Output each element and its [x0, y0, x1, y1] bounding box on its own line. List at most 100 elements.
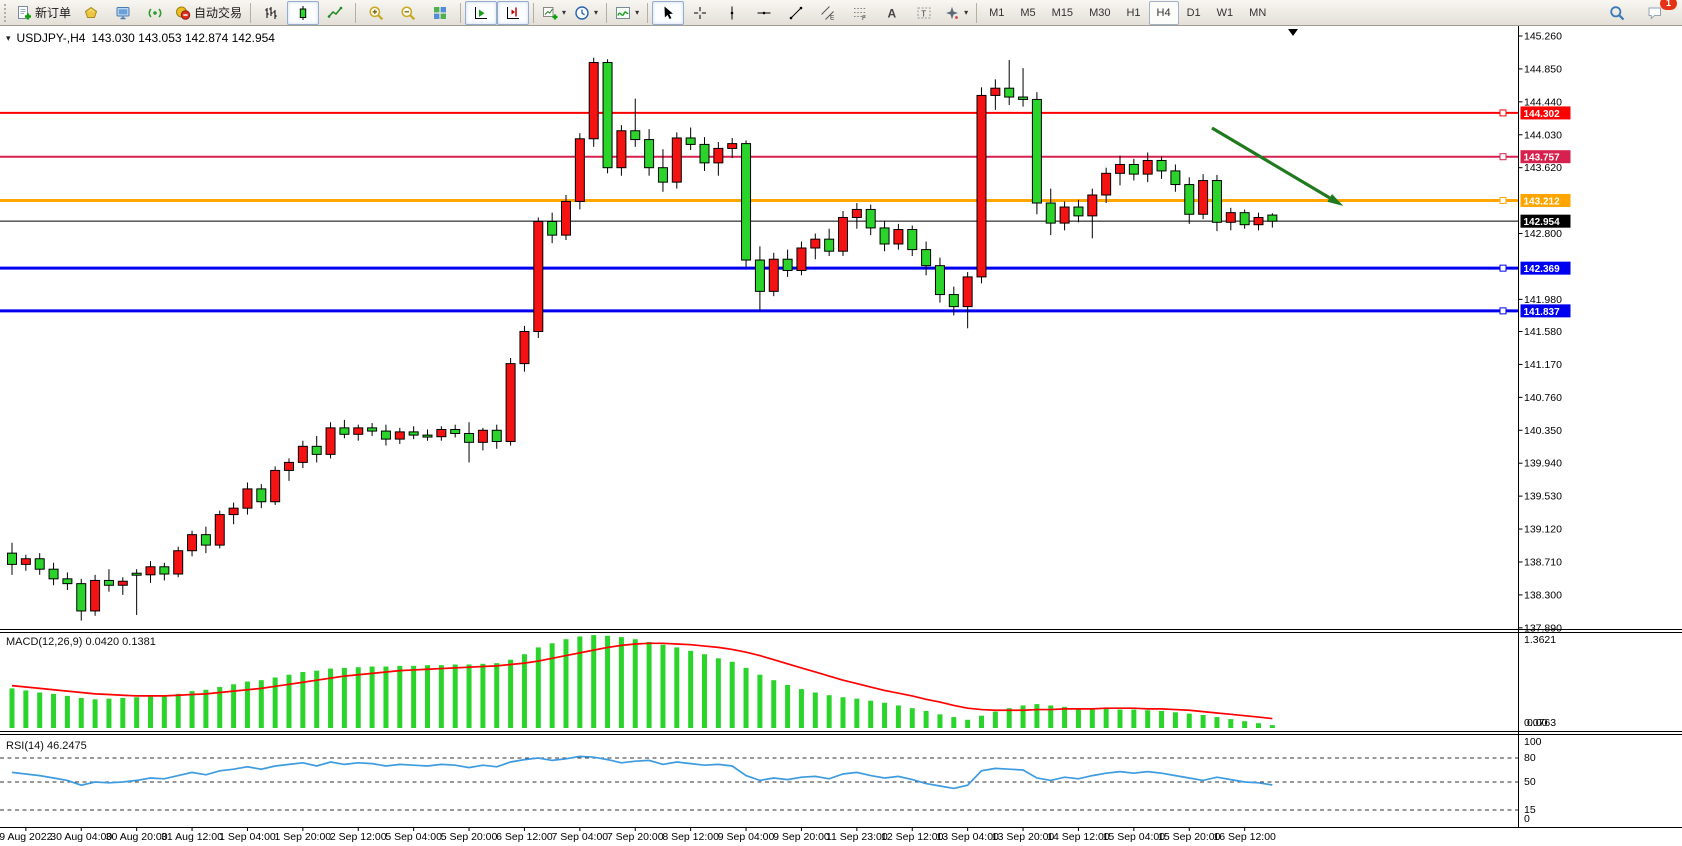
level-line-handle[interactable] — [1500, 308, 1506, 314]
candle-body — [686, 138, 695, 144]
macd-histogram-bar — [564, 639, 569, 728]
price-axis-tick-label: 141.170 — [1524, 359, 1562, 371]
macd-histogram-bar — [1021, 705, 1026, 728]
rsi-axis-label: 0 — [1524, 813, 1530, 825]
macd-histogram-bar — [120, 698, 125, 728]
chart-shift-button[interactable] — [497, 1, 529, 25]
horizontal-line-button[interactable] — [748, 1, 780, 25]
price-axis-tick-label: 141.980 — [1524, 294, 1562, 306]
vertical-line-button[interactable] — [716, 1, 748, 25]
new-order-button[interactable]: 新订单 — [12, 1, 75, 25]
profiles-button[interactable]: ▾ — [570, 1, 602, 25]
line-chart-button[interactable] — [319, 1, 351, 25]
candle-body — [1143, 160, 1152, 174]
new-chart-button[interactable]: ▾ — [538, 1, 570, 25]
crosshair-button[interactable] — [684, 1, 716, 25]
macd-histogram-bar — [106, 699, 111, 728]
candle-body — [575, 139, 584, 202]
trend-arrow-annotation[interactable] — [1212, 128, 1330, 198]
timeframe-h1-button[interactable]: H1 — [1118, 1, 1148, 25]
macd-histogram-bar — [383, 667, 388, 728]
macd-histogram-bar — [744, 668, 749, 728]
toolbar-separator — [647, 3, 648, 23]
signals-button[interactable] — [139, 1, 171, 25]
candle-body — [492, 430, 501, 441]
level-line-handle[interactable] — [1500, 154, 1506, 160]
price-chart-canvas[interactable]: 145.260144.850144.440144.030143.620142.8… — [0, 26, 1682, 846]
timeframe-m30-button[interactable]: M30 — [1081, 1, 1118, 25]
macd-values: 0.0420 0.1381 — [85, 636, 155, 648]
chart-shift-marker-icon[interactable] — [1288, 29, 1298, 36]
macd-histogram-bar — [453, 664, 458, 728]
macd-histogram-bar — [37, 692, 42, 728]
indicators-button[interactable]: ▾ — [611, 1, 643, 25]
notifications-button[interactable]: 1 — [1639, 1, 1671, 25]
timeframe-m1-button[interactable]: M1 — [981, 1, 1012, 25]
chevron-down-icon: ▾ — [964, 8, 968, 17]
macd-histogram-bar — [910, 708, 915, 728]
zoom-in-button[interactable] — [360, 1, 392, 25]
candle-body — [104, 580, 113, 585]
timeframe-mn-button[interactable]: MN — [1241, 1, 1274, 25]
text-label-button[interactable]: T — [908, 1, 940, 25]
macd-histogram-bar — [757, 675, 762, 728]
rsi-value: 46.2475 — [47, 740, 87, 752]
candle-body — [8, 553, 17, 564]
zoom-out-button[interactable] — [392, 1, 424, 25]
macd-histogram-bar — [799, 689, 804, 728]
horizontal-line-icon — [756, 5, 772, 21]
candle-body — [201, 535, 210, 545]
candle-body — [714, 148, 723, 162]
cursor-button[interactable] — [652, 1, 684, 25]
timeframe-m5-button[interactable]: M5 — [1012, 1, 1043, 25]
timeframe-d1-button[interactable]: D1 — [1179, 1, 1209, 25]
shapes-icon — [944, 5, 960, 21]
chart-title: ▾ USDJPY-,H4 143.030 143.053 142.874 142… — [6, 31, 275, 45]
shapes-button[interactable]: ▾ — [940, 1, 972, 25]
time-axis-label: 13 Sep 20:00 — [992, 831, 1055, 843]
svg-text:A: A — [888, 6, 897, 20]
search-button[interactable] — [1601, 1, 1633, 25]
chart-shift-icon — [505, 5, 521, 21]
timeframe-m15-button[interactable]: M15 — [1044, 1, 1081, 25]
trendline-button[interactable] — [780, 1, 812, 25]
chart-window[interactable]: 145.260144.850144.440144.030143.620142.8… — [0, 26, 1682, 846]
macd-histogram-bar — [937, 714, 942, 728]
bar-chart-button[interactable] — [255, 1, 287, 25]
candle-body — [1171, 171, 1180, 185]
level-line-handle[interactable] — [1500, 197, 1506, 203]
macd-histogram-bar — [162, 695, 167, 728]
candlestick-chart-button[interactable] — [287, 1, 319, 25]
terminal-button[interactable] — [107, 1, 139, 25]
level-line-handle[interactable] — [1500, 110, 1506, 116]
level-line-handle[interactable] — [1500, 265, 1506, 271]
candle-body — [977, 95, 986, 276]
one-click-trading-toggle-icon[interactable]: ▾ — [6, 33, 11, 44]
candle-body — [908, 230, 917, 250]
macd-histogram-bar — [522, 654, 527, 728]
candle-body — [243, 489, 252, 508]
candle-body — [395, 432, 404, 439]
auto-scroll-button[interactable] — [465, 1, 497, 25]
time-axis-label: 12 Sep 12:00 — [881, 831, 944, 843]
candle-body — [797, 248, 806, 270]
time-axis-label: 9 Aug 2022 — [0, 831, 53, 843]
cursor-icon — [660, 5, 676, 21]
fibonacci-button[interactable]: F — [844, 1, 876, 25]
price-axis-tick-label: 139.530 — [1524, 491, 1562, 503]
timeframe-h4-button[interactable]: H4 — [1149, 1, 1179, 25]
macd-histogram-bar — [51, 694, 56, 728]
market-watch-button[interactable] — [75, 1, 107, 25]
time-axis-label: 30 Aug 04:00 — [50, 831, 112, 843]
candle-body — [617, 131, 626, 168]
text-button[interactable]: A — [876, 1, 908, 25]
tile-windows-button[interactable] — [424, 1, 456, 25]
price-axis-tick-label: 141.580 — [1524, 326, 1562, 338]
time-axis-label: 7 Sep 04:00 — [552, 831, 609, 843]
autotrading-button[interactable]: 自动交易 — [171, 1, 246, 25]
macd-histogram-bar — [979, 716, 984, 728]
timeframe-w1-button[interactable]: W1 — [1209, 1, 1242, 25]
channel-button[interactable]: E — [812, 1, 844, 25]
time-axis-label: 5 Sep 20:00 — [441, 831, 498, 843]
macd-histogram-bar — [425, 665, 430, 728]
